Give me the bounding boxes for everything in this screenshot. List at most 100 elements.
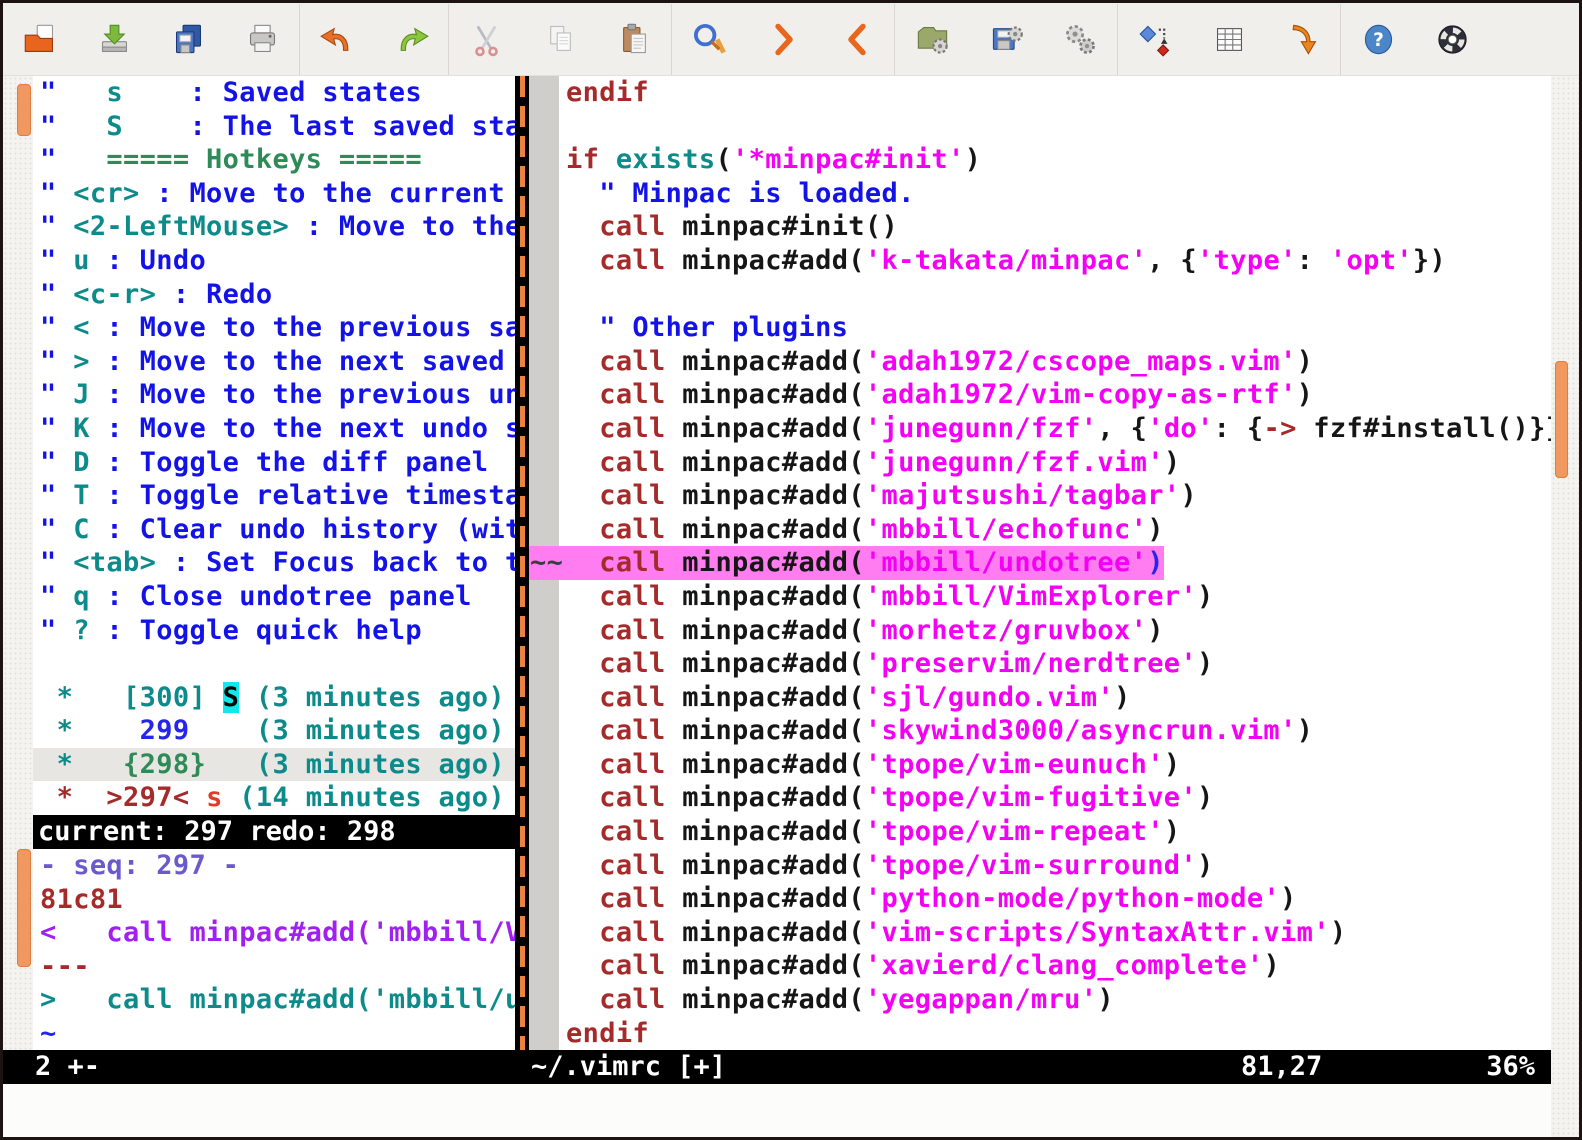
code-line[interactable]: call minpac#add('k-takata/minpac', {'typ…: [529, 244, 1551, 278]
code-line[interactable]: " S : The last saved state: [33, 110, 515, 144]
code-line[interactable]: call minpac#add('mbbill/VimExplorer'): [529, 580, 1551, 614]
cut-button[interactable]: [449, 6, 523, 72]
save-session-button[interactable]: [969, 6, 1043, 72]
find-replace-button[interactable]: [672, 6, 746, 72]
code-line[interactable]: " q : Close undotree panel: [33, 580, 515, 614]
code-line[interactable]: " D : Toggle the diff panel: [33, 446, 515, 480]
save-icon: [96, 21, 133, 58]
right-scrollbar[interactable]: [1551, 76, 1579, 1138]
code-line[interactable]: " Other plugins: [529, 311, 1551, 345]
code-line[interactable]: " T : Toggle relative timestam: [33, 479, 515, 513]
vimrc-buffer[interactable]: endif if exists('*minpac#init') " Minpac …: [529, 76, 1551, 1050]
copy-button[interactable]: [523, 6, 597, 72]
code-line[interactable]: [33, 647, 515, 681]
help-icon: ?: [1360, 21, 1397, 58]
scroll-percent: 36%: [1486, 1050, 1535, 1084]
make-button[interactable]: [1118, 6, 1192, 72]
paste-button[interactable]: [597, 6, 671, 72]
code-line[interactable]: < call minpac#add('mbbill/Vi: [33, 916, 515, 950]
code-line[interactable]: ~~ call minpac#add('mbbill/undotree'): [529, 546, 1551, 580]
left-scrollbar-thumb-diff[interactable]: [17, 849, 31, 967]
code-line[interactable]: " J : Move to the previous und: [33, 378, 515, 412]
paste-icon: [616, 21, 653, 58]
code-line[interactable]: call minpac#add('adah1972/cscope_maps.vi…: [529, 345, 1551, 379]
code-line[interactable]: call minpac#add('skywind3000/asyncrun.vi…: [529, 714, 1551, 748]
undotree-panel[interactable]: " s : Saved states" S : The last saved s…: [33, 76, 515, 815]
code-line[interactable]: call minpac#init(): [529, 210, 1551, 244]
code-line[interactable]: call minpac#add('python-mode/python-mode…: [529, 882, 1551, 916]
code-line[interactable]: * >297< s (14 minutes ago): [33, 781, 515, 815]
code-line[interactable]: [529, 110, 1551, 144]
toolbar-group: ?: [1341, 3, 1489, 75]
code-line[interactable]: - seq: 297 -: [33, 849, 515, 883]
code-line[interactable]: " <2-LeftMouse> : Move to the c: [33, 210, 515, 244]
code-line[interactable]: call minpac#add('tpope/vim-fugitive'): [529, 781, 1551, 815]
left-scrollbar[interactable]: [3, 76, 33, 1050]
code-line[interactable]: " C : Clear undo history (with: [33, 513, 515, 547]
code-line[interactable]: [529, 278, 1551, 312]
print-button[interactable]: [225, 6, 299, 72]
run-script-button[interactable]: [1043, 6, 1117, 72]
save-button[interactable]: [77, 6, 151, 72]
code-line[interactable]: " < : Move to the previous sav: [33, 311, 515, 345]
save-all-button[interactable]: [151, 6, 225, 72]
code-line[interactable]: 81c81: [33, 883, 515, 917]
code-line[interactable]: " s : Saved states: [33, 76, 515, 110]
code-line[interactable]: call minpac#add('tpope/vim-surround'): [529, 849, 1551, 883]
code-line[interactable]: endif: [529, 1017, 1551, 1050]
code-line[interactable]: " ===== Hotkeys =====: [33, 143, 515, 177]
code-line[interactable]: ~: [33, 1017, 515, 1050]
toolbar-group: [672, 3, 894, 75]
code-line[interactable]: call minpac#add('preservim/nerdtree'): [529, 647, 1551, 681]
undo-button[interactable]: [300, 6, 374, 72]
code-line[interactable]: call minpac#add('junegunn/fzf.vim'): [529, 446, 1551, 480]
find-next-icon: [765, 21, 802, 58]
code-line[interactable]: " ? : Toggle quick help: [33, 614, 515, 648]
code-line[interactable]: call minpac#add('tpope/vim-eunuch'): [529, 748, 1551, 782]
code-line[interactable]: call minpac#add('sjl/gundo.vim'): [529, 681, 1551, 715]
find-help-icon: [1434, 21, 1471, 58]
code-line[interactable]: call minpac#add('mbbill/echofunc'): [529, 513, 1551, 547]
diff-panel[interactable]: - seq: 297 -81c81< call minpac#add('mbbi…: [33, 849, 515, 1050]
run-ctags-icon: [1211, 21, 1248, 58]
code-line[interactable]: * {298} (3 minutes ago): [33, 748, 515, 782]
code-line[interactable]: call minpac#add('vim-scripts/SyntaxAttr.…: [529, 916, 1551, 950]
current-state-highlight: ~~ call minpac#add('mbbill/undotree'): [529, 546, 1164, 580]
find-next-button[interactable]: [746, 6, 820, 72]
load-session-button[interactable]: [895, 6, 969, 72]
change-sign: ~~: [529, 546, 566, 580]
code-line[interactable]: call minpac#add('adah1972/vim-copy-as-rt…: [529, 378, 1551, 412]
redo-button[interactable]: [374, 6, 448, 72]
help-button[interactable]: ?: [1341, 6, 1415, 72]
code-line[interactable]: endif: [529, 76, 1551, 110]
code-line[interactable]: call minpac#add('junegunn/fzf', {'do': {…: [529, 412, 1551, 446]
code-line[interactable]: > call minpac#add('mbbill/un: [33, 983, 515, 1017]
code-line[interactable]: " > : Move to the next saved s: [33, 345, 515, 379]
command-line[interactable]: [3, 1084, 1551, 1138]
toolbar-group: [449, 3, 671, 75]
code-line[interactable]: call minpac#add('morhetz/gruvbox'): [529, 614, 1551, 648]
code-line[interactable]: " <tab> : Set Focus back to th: [33, 546, 515, 580]
code-line[interactable]: if exists('*minpac#init'): [529, 143, 1551, 177]
right-scrollbar-thumb[interactable]: [1555, 361, 1568, 478]
code-line[interactable]: call minpac#add('xavierd/clang_complete'…: [529, 949, 1551, 983]
code-line[interactable]: ---: [33, 950, 515, 984]
code-line[interactable]: * 299 (3 minutes ago): [33, 714, 515, 748]
code-line[interactable]: " Minpac is loaded.: [529, 177, 1551, 211]
code-line[interactable]: call minpac#add('yegappan/mru'): [529, 983, 1551, 1017]
find-prev-button[interactable]: [820, 6, 894, 72]
code-line[interactable]: " u : Undo: [33, 244, 515, 278]
code-line[interactable]: call minpac#add('majutsushi/tagbar'): [529, 479, 1551, 513]
left-scrollbar-thumb-undotree[interactable]: [17, 84, 31, 136]
toolbar-group: [895, 3, 1117, 75]
code-line[interactable]: " <cr> : Move to the current s: [33, 177, 515, 211]
run-ctags-button[interactable]: [1192, 6, 1266, 72]
tag-jump-button[interactable]: [1266, 6, 1340, 72]
code-line[interactable]: " <c-r> : Redo: [33, 278, 515, 312]
code-line[interactable]: call minpac#add('tpope/vim-repeat'): [529, 815, 1551, 849]
code-line[interactable]: * [300] S (3 minutes ago): [33, 681, 515, 715]
window-separator[interactable]: [515, 76, 529, 1084]
open-button[interactable]: [3, 6, 77, 72]
code-line[interactable]: " K : Move to the next undo st: [33, 412, 515, 446]
find-help-button[interactable]: [1415, 6, 1489, 72]
